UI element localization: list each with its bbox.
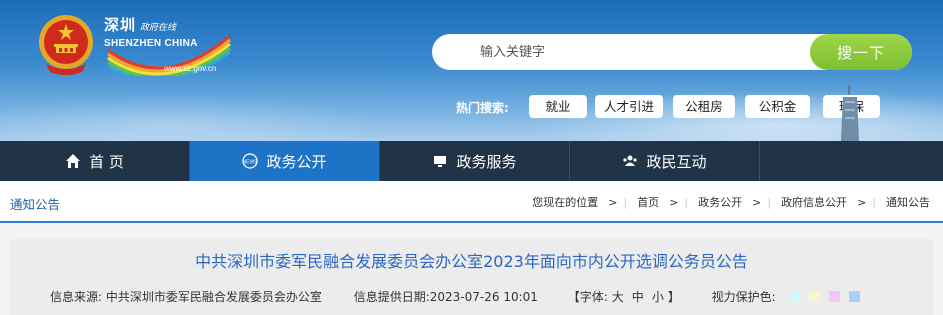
nav-item-label: 政务服务 — [456, 152, 517, 171]
date-label: 信息提供日期: — [353, 290, 430, 304]
breadcrumb-link-notices[interactable]: 通知公告 — [886, 194, 930, 210]
breadcrumb-bar: 通知公告 您现在的位置 > | 首页 > | 政务公开 > | 政府信息公开 > | 通知公告 — [0, 181, 943, 223]
main-nav: 首 页 NEWS 政务公开 政务服务 政民互动 — [0, 141, 943, 181]
hot-search-label: 热门搜索: — [456, 101, 509, 115]
hot-tag-public-housing[interactable]: 公租房 — [673, 95, 735, 118]
nav-item-label: 政务公开 — [266, 152, 327, 171]
home-icon — [66, 154, 81, 168]
breadcrumb-link-government-info[interactable]: 政府信息公开 — [781, 194, 847, 210]
font-large-button[interactable]: 大 — [612, 290, 624, 304]
hot-tag-talent[interactable]: 人才引进 — [595, 95, 663, 118]
logo-url-text: www.sz.gov.cn — [164, 64, 217, 73]
search-button[interactable]: 搜一下 — [810, 34, 912, 70]
nav-item-citizen-interaction[interactable]: 政民互动 — [570, 141, 760, 181]
logo-english-text: SHENZHEN CHINA — [104, 38, 198, 49]
nav-item-label: 首 页 — [89, 152, 124, 171]
eye-color-swatch-blue[interactable] — [848, 291, 860, 302]
date-value: 2023-07-26 10:01 — [429, 290, 538, 304]
nav-item-government-affairs-open[interactable]: NEWS 政务公开 — [190, 141, 380, 181]
eye-protection-label: 视力保护色: — [711, 290, 776, 304]
hot-tag-jobs[interactable]: 就业 — [529, 95, 587, 118]
breadcrumb-link-government-affairs[interactable]: 政务公开 — [698, 194, 742, 210]
shenzhen-logo[interactable]: 深圳 政府在线 SHENZHEN CHINA www.sz.gov.cn — [104, 14, 234, 78]
section-title: 通知公告 — [10, 197, 61, 212]
article-header: 中共深圳市委军民融合发展委员会办公室2023年面向市内公开选调公务员公告 信息来… — [10, 239, 933, 315]
hot-tag-housing-fund[interactable]: 公积金 — [745, 95, 810, 118]
font-medium-button[interactable]: 中 — [632, 290, 644, 304]
eye-color-swatch-yellow[interactable] — [808, 291, 820, 302]
search-input[interactable] — [462, 34, 822, 70]
search-bar: 搜一下 — [432, 34, 912, 70]
national-emblem-icon — [39, 15, 93, 75]
nav-item-label: 政民互动 — [646, 152, 707, 171]
people-icon — [623, 155, 638, 166]
breadcrumb-link-home[interactable]: 首页 — [637, 194, 659, 210]
source-value: 中共深圳市委军民融合发展委员会办公室 — [105, 290, 322, 304]
article-meta: 信息来源: 中共深圳市委军民融合发展委员会办公室 信息提供日期:2023-07-… — [50, 288, 860, 305]
site-header: 深圳政府在线 SHENZHEN CHINA www.sz.gov.cn 搜一下 … — [0, 0, 943, 141]
news-icon: NEWS — [242, 153, 258, 169]
eye-color-swatch-cyan[interactable] — [788, 291, 800, 302]
article-title: 中共深圳市委军民融合发展委员会办公室2023年面向市内公开选调公务员公告 — [195, 252, 748, 271]
source-label: 信息来源: — [50, 290, 103, 304]
header-cloud-decoration — [0, 95, 380, 141]
svg-text:NEWS: NEWS — [243, 160, 259, 166]
logo-chinese-text: 深圳 政府在线 — [104, 16, 177, 34]
breadcrumb: 您现在的位置 > | 首页 > | 政务公开 > | 政府信息公开 > | 通知公告 — [532, 194, 930, 210]
breadcrumb-location-label: 您现在的位置 — [532, 196, 599, 209]
eye-color-swatch-pink[interactable] — [828, 291, 840, 302]
nav-item-government-services[interactable]: 政务服务 — [380, 141, 570, 181]
nav-item-home[interactable]: 首 页 — [0, 141, 190, 181]
font-small-button[interactable]: 小 — [652, 290, 664, 304]
skyscraper-decoration-icon — [841, 85, 859, 141]
monitor-icon — [434, 156, 447, 167]
font-size-control: 【字体: 大中小】 — [567, 290, 680, 304]
